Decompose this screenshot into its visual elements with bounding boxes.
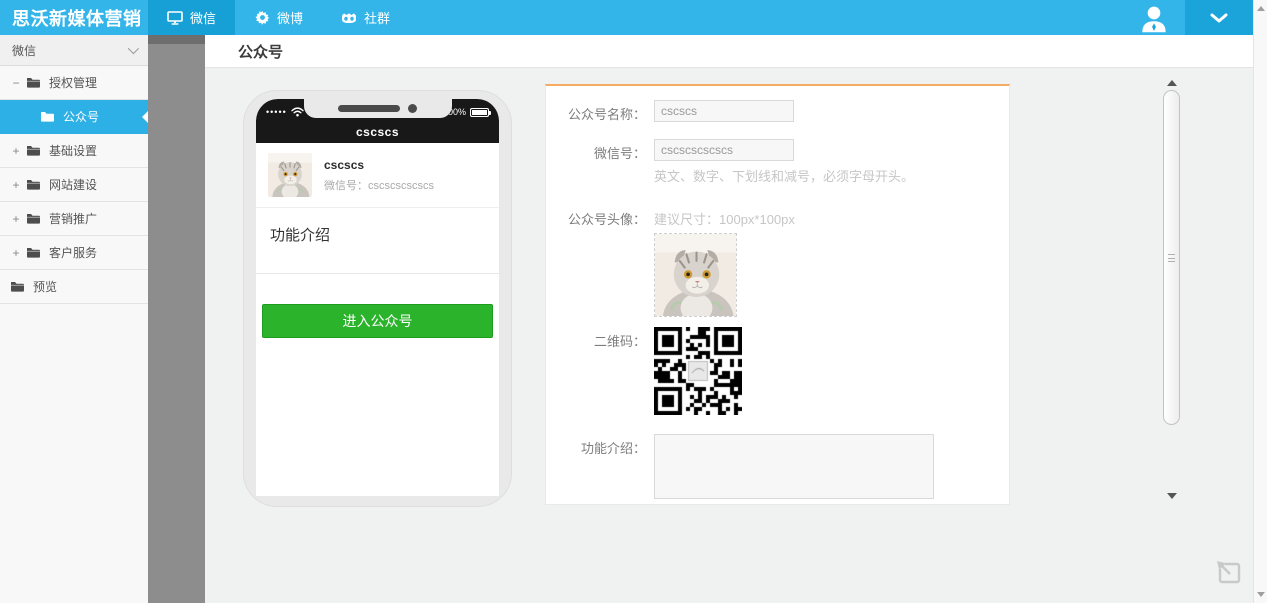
phone-notch — [304, 99, 452, 118]
expand-toggle[interactable]: + — [10, 212, 22, 226]
qrcode-label: 二维码： — [546, 327, 646, 420]
nav-tab-label: 微博 — [277, 8, 303, 27]
content-scrollbar[interactable] — [1160, 80, 1184, 507]
name-label: 公众号名称： — [546, 100, 646, 123]
account-name-input[interactable] — [654, 100, 794, 122]
collapse-toggle[interactable]: − — [10, 76, 22, 90]
wechat-id-label: 微信号： — [546, 139, 646, 185]
sidebar-header-label: 微信 — [12, 42, 36, 59]
wechat-id-input[interactable] — [654, 139, 794, 161]
form-row-intro: 功能介绍： — [546, 434, 1009, 504]
folder-icon — [40, 110, 55, 123]
page-title-bar: 公众号 — [205, 35, 1253, 68]
form-row-qrcode: 二维码： — [546, 327, 1009, 420]
wifi-icon — [291, 107, 304, 117]
sidebar-item-label: 客户服务 — [49, 244, 97, 261]
nav-tab-label: 社群 — [364, 8, 390, 27]
gear-icon — [254, 11, 270, 25]
nav-tabs: 微信 微博 社群 — [148, 0, 409, 35]
folder-icon — [26, 246, 41, 259]
qrcode-image — [654, 327, 742, 415]
intro-textarea[interactable] — [654, 434, 934, 499]
nav-tab-weibo[interactable]: 微博 — [235, 0, 322, 35]
sidebar-item-official-account[interactable]: 公众号 — [0, 100, 148, 134]
app-logo: 思沃新媒体营销 — [0, 0, 148, 35]
monitor-icon — [167, 11, 183, 25]
chevron-down-icon — [1210, 13, 1228, 23]
avatar-label: 公众号头像： — [546, 205, 646, 317]
sidebar-item-marketing-promotion[interactable]: + 营销推广 — [0, 202, 148, 236]
account-form-panel: 公众号名称： 微信号： 英文、数字、下划线和减号，必须字母开头。 公众号头像： … — [545, 84, 1010, 505]
scroll-up-arrow[interactable] — [1257, 6, 1265, 11]
sidebar-header[interactable]: 微信 — [0, 35, 148, 66]
nav-tab-wechat[interactable]: 微信 — [148, 0, 235, 35]
scroll-down-arrow[interactable] — [1257, 592, 1265, 597]
function-intro-section: 功能介绍 — [256, 208, 499, 274]
enter-account-button[interactable]: 进入公众号 — [262, 304, 493, 338]
account-profile: cscscs 微信号：cscscscscscs — [256, 143, 499, 208]
sidebar-item-preview[interactable]: 预览 — [0, 270, 148, 304]
phone-preview: ••••• 100% cscscs — [243, 90, 512, 507]
top-navbar: 思沃新媒体营销 微信 微博 社群 — [0, 0, 1253, 35]
phone-page-title: cscscs — [256, 125, 499, 143]
scroll-up-arrow[interactable] — [1167, 80, 1177, 86]
scrollbar-grip — [1168, 254, 1175, 262]
sidebar-item-label: 预览 — [33, 278, 57, 295]
folder-icon — [26, 178, 41, 191]
signal-dots: ••••• — [266, 107, 287, 117]
scroll-down-arrow[interactable] — [1167, 493, 1177, 499]
page-title: 公众号 — [238, 41, 283, 62]
sidebar-item-customer-service[interactable]: + 客户服务 — [0, 236, 148, 270]
folder-icon — [26, 212, 41, 225]
form-row-name: 公众号名称： — [546, 100, 1009, 123]
form-row-wechat-id: 微信号： 英文、数字、下划线和减号，必须字母开头。 — [546, 139, 1009, 185]
expand-toggle[interactable]: + — [10, 178, 22, 192]
user-menu-toggle[interactable] — [1185, 0, 1253, 35]
sidebar-item-website-building[interactable]: + 网站建设 — [0, 168, 148, 202]
account-name: cscscs — [324, 158, 434, 172]
sidebar-item-auth-management[interactable]: − 授权管理 — [0, 66, 148, 100]
wechat-id-hint: 英文、数字、下划线和减号，必须字母开头。 — [654, 166, 1009, 185]
sidebar-item-label: 公众号 — [63, 108, 99, 125]
avatar-image[interactable] — [654, 233, 737, 317]
battery-icon — [470, 108, 489, 117]
navbar-right — [1123, 0, 1253, 35]
main-content: 公众号 ••••• 100% csc — [205, 35, 1253, 603]
user-avatar-icon[interactable] — [1123, 0, 1185, 35]
sidebar-item-label: 营销推广 — [49, 210, 97, 227]
folder-icon — [26, 144, 41, 157]
sidebar-gutter — [148, 35, 205, 603]
nav-tab-community[interactable]: 社群 — [322, 0, 409, 35]
phone-header: ••••• 100% cscscs — [256, 99, 499, 143]
form-row-avatar: 公众号头像： 建议尺寸：100px*100px — [546, 205, 1009, 317]
folder-icon — [26, 76, 41, 89]
expand-toggle[interactable]: + — [10, 246, 22, 260]
nav-tab-label: 微信 — [190, 8, 216, 27]
sidebar: 微信 − 授权管理 公众号 + 基础设置 + 网站建设 + 营销推广 + 客户服… — [0, 35, 148, 603]
scrollbar-thumb[interactable] — [1163, 90, 1180, 425]
account-wechat-id: 微信号：cscscscscscs — [324, 177, 434, 193]
sidebar-item-basic-settings[interactable]: + 基础设置 — [0, 134, 148, 168]
folder-icon — [10, 280, 25, 293]
chevron-down-icon — [128, 43, 139, 54]
browser-scrollbar[interactable] — [1253, 0, 1267, 603]
sidebar-item-label: 网站建设 — [49, 176, 97, 193]
sidebar-item-label: 授权管理 — [49, 74, 97, 91]
avatar-size-hint: 建议尺寸：100px*100px — [654, 205, 1009, 228]
speaker-pill — [338, 105, 400, 112]
expand-toggle[interactable]: + — [10, 144, 22, 158]
account-avatar — [268, 153, 312, 197]
sidebar-item-label: 基础设置 — [49, 142, 97, 159]
back-to-top-icon[interactable] — [1213, 557, 1245, 589]
phone-screen: ••••• 100% cscscs — [256, 99, 499, 496]
mask-icon — [341, 11, 357, 25]
intro-label: 功能介绍： — [546, 434, 646, 504]
camera-dot — [408, 104, 417, 113]
